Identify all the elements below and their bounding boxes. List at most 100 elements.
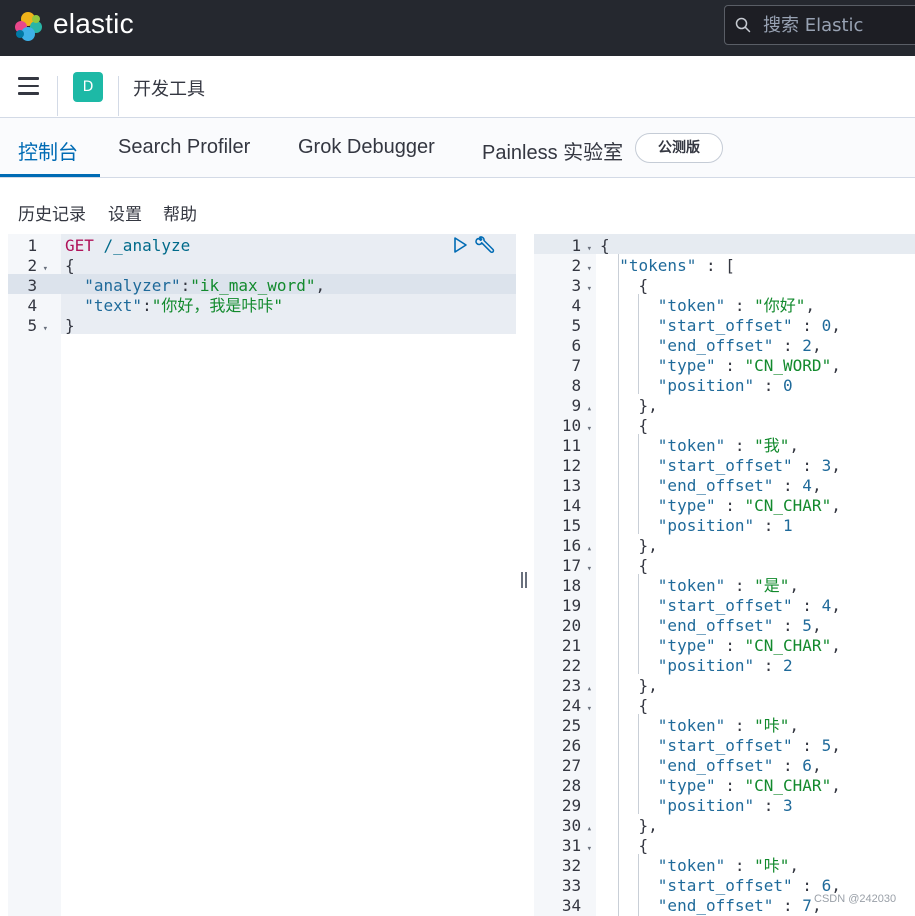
fold-collapse-icon[interactable]: ▾ — [581, 424, 592, 434]
response-editor[interactable]: 1 ▾ {2 ▾ "tokens" : [3 ▾ {4 "token" : "你好… — [534, 234, 915, 916]
token-key: "start_offset" — [657, 736, 793, 755]
fold-expand-icon[interactable]: ▴ — [581, 684, 592, 694]
wrench-icon[interactable] — [474, 235, 496, 257]
response-code-line[interactable]: }, — [600, 816, 658, 836]
help-link[interactable]: 帮助 — [163, 200, 197, 225]
token-key: "token" — [657, 856, 726, 875]
settings-link[interactable]: 设置 — [108, 200, 142, 225]
request-editor[interactable]: 1 GET /_analyze 2 ▾{3 "analyzer":"ik_max_… — [8, 234, 516, 916]
response-code-line[interactable]: "end_offset" : 5, — [600, 616, 822, 636]
token-punc — [600, 856, 658, 875]
token-punc: , — [811, 336, 822, 355]
play-icon[interactable] — [451, 236, 469, 254]
response-code-line[interactable]: "token" : "我", — [600, 436, 799, 456]
fold-expand-icon[interactable]: ▴ — [581, 824, 592, 834]
response-code-line[interactable]: "token" : "咔", — [600, 716, 799, 736]
fold-collapse-icon[interactable]: ▾ — [581, 704, 592, 714]
response-code-line[interactable]: "type" : "CN_CHAR", — [600, 636, 841, 656]
response-code-line[interactable]: { — [600, 696, 649, 716]
response-code-line[interactable]: "position" : 0 — [600, 376, 793, 396]
fold-collapse-icon[interactable]: ▾ — [581, 564, 592, 574]
response-code-line[interactable]: "type" : "CN_WORD", — [600, 356, 841, 376]
fold-collapse-icon[interactable]: ▾ — [581, 844, 592, 854]
response-line-number: 14 — [534, 496, 592, 516]
tab-search-profiler[interactable]: Search Profiler — [118, 136, 250, 159]
token-punc: }, — [600, 536, 658, 555]
fold-collapse-icon[interactable]: ▾ — [581, 264, 592, 274]
fold-expand-icon[interactable]: ▴ — [581, 544, 592, 554]
response-code-line[interactable]: { — [600, 836, 649, 856]
request-code-line[interactable]: } — [65, 316, 75, 336]
response-code-line[interactable]: { — [600, 416, 649, 436]
response-line-number: 19 — [534, 596, 592, 616]
menu-toggle-icon[interactable] — [18, 77, 39, 95]
request-code-line[interactable]: "analyzer":"ik_max_word", — [65, 276, 325, 296]
request-code-line[interactable]: GET /_analyze — [65, 236, 190, 256]
response-code-line[interactable]: "start_offset" : 0, — [600, 316, 841, 336]
line-number-text: 27 — [561, 756, 582, 775]
console-menu: 历史记录 设置 帮助 — [0, 178, 915, 234]
response-code-line[interactable]: { — [600, 556, 649, 576]
line-number-text: 29 — [561, 796, 582, 815]
response-code-line[interactable]: "token" : "咔", — [600, 856, 799, 876]
token-punc: : — [792, 596, 822, 615]
tab-console[interactable]: 控制台 — [18, 136, 78, 165]
response-line-number: 7 — [534, 356, 592, 376]
response-code-line[interactable]: "start_offset" : 3, — [600, 456, 841, 476]
line-number-text: 21 — [561, 636, 582, 655]
tab-grok-debugger[interactable]: Grok Debugger — [298, 136, 435, 159]
token-punc: : — [142, 296, 152, 315]
response-code-line[interactable]: "end_offset" : 7, — [600, 896, 822, 916]
response-code-line[interactable]: "end_offset" : 6, — [600, 756, 822, 776]
brand-name[interactable]: elastic — [53, 8, 134, 40]
response-code-line[interactable]: "start_offset" : 5, — [600, 736, 841, 756]
response-code-line[interactable]: "type" : "CN_CHAR", — [600, 776, 841, 796]
response-code-line[interactable]: "end_offset" : 4, — [600, 476, 822, 496]
response-code-line[interactable]: "end_offset" : 2, — [600, 336, 822, 356]
token-str: "我" — [754, 436, 790, 455]
token-key: "text" — [84, 296, 143, 315]
response-code-line[interactable]: "position" : 1 — [600, 516, 793, 536]
fold-collapse-icon[interactable]: ▾ — [37, 264, 48, 274]
fold-collapse-icon[interactable]: ▾ — [581, 284, 592, 294]
request-code-line[interactable]: { — [65, 256, 75, 276]
response-code-line[interactable]: }, — [600, 396, 658, 416]
response-code-line[interactable]: "token" : "是", — [600, 576, 799, 596]
token-punc: : — [715, 496, 745, 515]
token-key: "start_offset" — [657, 456, 793, 475]
token-punc — [600, 756, 658, 775]
response-code-line[interactable]: "start_offset" : 6, — [600, 876, 841, 896]
response-code-line[interactable]: "type" : "CN_CHAR", — [600, 496, 841, 516]
fold-expand-icon[interactable]: ▴ — [581, 404, 592, 414]
token-punc — [65, 296, 84, 315]
response-code-line[interactable]: { — [600, 276, 649, 296]
search-input[interactable] — [763, 14, 913, 36]
response-code-line[interactable]: }, — [600, 536, 658, 556]
fold-collapse-icon[interactable]: ▾ — [581, 244, 592, 254]
token-str: "CN_CHAR" — [744, 496, 832, 515]
response-code-line[interactable]: "position" : 2 — [600, 656, 793, 676]
fold-collapse-icon[interactable]: ▾ — [37, 324, 48, 334]
response-code-line[interactable]: "position" : 3 — [600, 796, 793, 816]
history-link[interactable]: 历史记录 — [18, 200, 86, 225]
elastic-logo-icon[interactable] — [12, 10, 44, 42]
line-number-text: 16 — [561, 536, 582, 555]
response-code-line[interactable]: "tokens" : [ — [600, 256, 735, 276]
response-code-line[interactable]: { — [600, 236, 610, 256]
response-code-line[interactable]: "token" : "你好", — [600, 296, 815, 316]
response-code-line[interactable]: "start_offset" : 4, — [600, 596, 841, 616]
tab-painless-lab[interactable]: Painless 实验室 — [482, 136, 623, 165]
request-code-line[interactable]: "text":"你好，我是咔咔" — [65, 296, 283, 316]
global-search[interactable] — [724, 5, 915, 45]
space-avatar[interactable]: D — [73, 72, 103, 102]
response-line-number: 29 — [534, 796, 592, 816]
panel-resize-handle[interactable] — [518, 570, 530, 590]
token-key: "position" — [657, 796, 755, 815]
response-code-line[interactable]: }, — [600, 676, 658, 696]
line-number-text: 15 — [561, 516, 582, 535]
